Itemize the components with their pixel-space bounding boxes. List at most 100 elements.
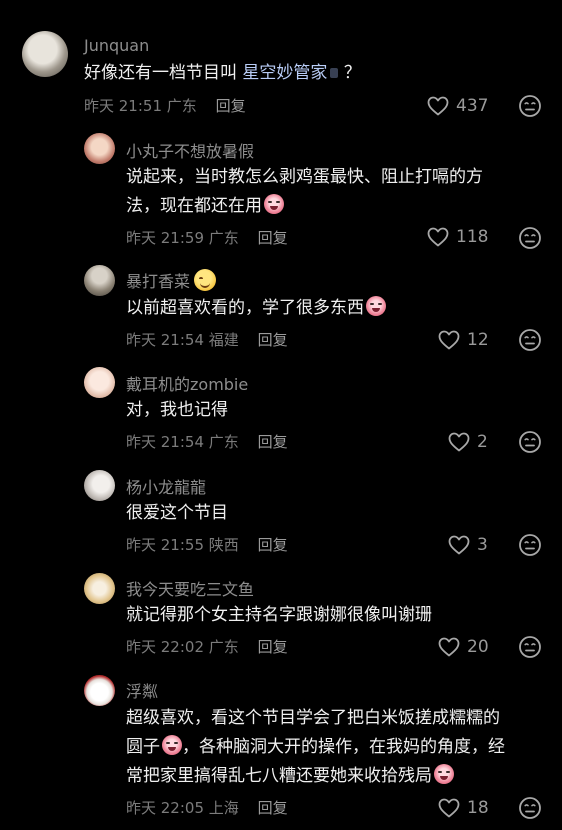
comment-text-line: 很爱这个节目: [126, 503, 228, 523]
comment-text-line: 常把家里搞得乱七八糟还要她来收拾残局: [126, 766, 432, 786]
username[interactable]: 戴耳机的zombie: [126, 371, 248, 395]
location: 广东: [166, 97, 197, 115]
reply-button[interactable]: 回复: [258, 331, 288, 349]
like-count: 118: [456, 227, 489, 247]
reply-button[interactable]: 回复: [258, 433, 288, 451]
dislike-icon[interactable]: [518, 94, 542, 118]
location: 广东: [208, 229, 239, 247]
dislike-icon[interactable]: [518, 635, 542, 659]
comment-text-part: 好像还有一档节目叫: [84, 63, 237, 83]
like-count: 20: [467, 637, 489, 657]
username-text: 暴打香菜: [126, 272, 191, 291]
smile-emoji-icon: [194, 269, 217, 291]
crying-emoji-icon: [264, 194, 284, 214]
heart-icon: [426, 225, 450, 249]
location: 上海: [208, 799, 239, 817]
timestamp: 昨天 21:51: [84, 97, 162, 115]
reply-button[interactable]: 回复: [258, 799, 288, 817]
comment-text: 法，现在都还在用: [126, 191, 284, 222]
crying-emoji-icon: [366, 296, 386, 316]
comment-text-line: 超级喜欢，看这个节目学会了把白米饭搓成糯糯的: [126, 708, 500, 728]
heart-icon: [437, 328, 461, 352]
like-count: 437: [456, 96, 489, 116]
comment-text-line: 法，现在都还在用: [126, 196, 262, 216]
comment-meta: 昨天 21:54 福建 回复: [126, 329, 288, 350]
avatar[interactable]: [84, 367, 115, 398]
avatar[interactable]: [22, 31, 68, 77]
comment-text-part: ？: [343, 63, 361, 83]
like-count: 12: [467, 330, 489, 350]
comment-meta: 昨天 22:02 广东 回复: [126, 636, 288, 657]
reply-button[interactable]: 回复: [258, 638, 288, 656]
avatar[interactable]: [84, 470, 115, 501]
like-count: 18: [467, 798, 489, 818]
location: 福建: [208, 331, 239, 349]
comment-meta: 昨天 21:55 陕西 回复: [126, 534, 288, 555]
comment-text: 就记得那个女主持名字跟谢娜很像叫谢珊: [126, 600, 432, 631]
comment-text: 以前超喜欢看的，学了很多东西: [126, 293, 386, 324]
crying-emoji-icon: [434, 764, 454, 784]
like-count: 2: [477, 432, 488, 452]
like-button[interactable]: 2: [447, 430, 488, 454]
username[interactable]: 浮粼: [126, 678, 158, 702]
username[interactable]: Junquan: [84, 36, 149, 55]
avatar[interactable]: [84, 675, 115, 706]
dislike-icon[interactable]: [518, 796, 542, 820]
comment-text-line: 说起来，当时教怎么剥鸡蛋最快、阻止打嗝的方: [126, 167, 483, 187]
timestamp: 昨天 21:55: [126, 536, 204, 554]
like-button[interactable]: 18: [437, 796, 489, 820]
comment-item: Junquan 好像还有一档节目叫 星空妙管家 ？ 昨天 21:51 广东 回复…: [0, 0, 562, 125]
timestamp: 昨天 22:05: [126, 799, 204, 817]
comment-meta: 昨天 21:51 广东 回复: [84, 95, 246, 116]
comment-meta: 昨天 21:59 广东 回复: [126, 227, 288, 248]
comment-text: 好像还有一档节目叫 星空妙管家 ？: [84, 58, 361, 89]
heart-icon: [426, 94, 450, 118]
location: 广东: [208, 638, 239, 656]
heart-icon: [447, 430, 471, 454]
comment-meta: 昨天 21:54 广东 回复: [126, 431, 288, 452]
username[interactable]: 我今天要吃三文鱼: [126, 576, 254, 600]
comment-text-line: 对，我也记得: [126, 400, 228, 420]
dislike-icon[interactable]: [518, 430, 542, 454]
username[interactable]: 暴打香菜: [126, 268, 217, 292]
heart-icon: [437, 796, 461, 820]
timestamp: 昨天 21:54: [126, 433, 204, 451]
heart-icon: [437, 635, 461, 659]
comment-text-line: 以前超喜欢看的，学了很多东西: [126, 298, 364, 318]
username[interactable]: 杨小龙龍龍: [126, 474, 206, 498]
dislike-icon[interactable]: [518, 226, 542, 250]
reply-button[interactable]: 回复: [216, 97, 246, 115]
comment-text-line: ，各种脑洞大开的操作，在我妈的角度，经: [182, 737, 505, 757]
timestamp: 昨天 21:54: [126, 331, 204, 349]
like-button[interactable]: 20: [437, 635, 489, 659]
like-button[interactable]: 118: [426, 225, 488, 249]
avatar[interactable]: [84, 573, 115, 604]
reply-button[interactable]: 回复: [258, 229, 288, 247]
dislike-icon[interactable]: [518, 533, 542, 557]
location: 陕西: [208, 536, 239, 554]
dislike-icon[interactable]: [518, 328, 542, 352]
like-button[interactable]: 12: [437, 328, 489, 352]
search-link-icon: [330, 68, 339, 78]
avatar[interactable]: [84, 265, 115, 296]
timestamp: 昨天 22:02: [126, 638, 204, 656]
location: 广东: [208, 433, 239, 451]
comment-text: 说起来，当时教怎么剥鸡蛋最快、阻止打嗝的方: [126, 162, 483, 193]
heart-icon: [447, 533, 471, 557]
like-button[interactable]: 437: [426, 94, 488, 118]
reply-button[interactable]: 回复: [258, 536, 288, 554]
comment-text: 圆子 ，各种脑洞大开的操作，在我妈的角度，经: [126, 732, 505, 763]
comment-text-line: 就记得那个女主持名字跟谢娜很像叫谢珊: [126, 605, 432, 625]
like-count: 3: [477, 535, 488, 555]
like-button[interactable]: 3: [447, 533, 488, 557]
avatar[interactable]: [84, 133, 115, 164]
comment-text: 很爱这个节目: [126, 498, 228, 529]
comment-text: 超级喜欢，看这个节目学会了把白米饭搓成糯糯的: [126, 703, 500, 734]
comment-text: 对，我也记得: [126, 395, 228, 426]
topic-link[interactable]: 星空妙管家: [242, 63, 327, 83]
comment-text-line: 圆子: [126, 737, 160, 757]
timestamp: 昨天 21:59: [126, 229, 204, 247]
username[interactable]: 小丸子不想放暑假: [126, 138, 254, 162]
comment-text: 常把家里搞得乱七八糟还要她来收拾残局: [126, 761, 454, 792]
comment-meta: 昨天 22:05 上海 回复: [126, 797, 288, 818]
